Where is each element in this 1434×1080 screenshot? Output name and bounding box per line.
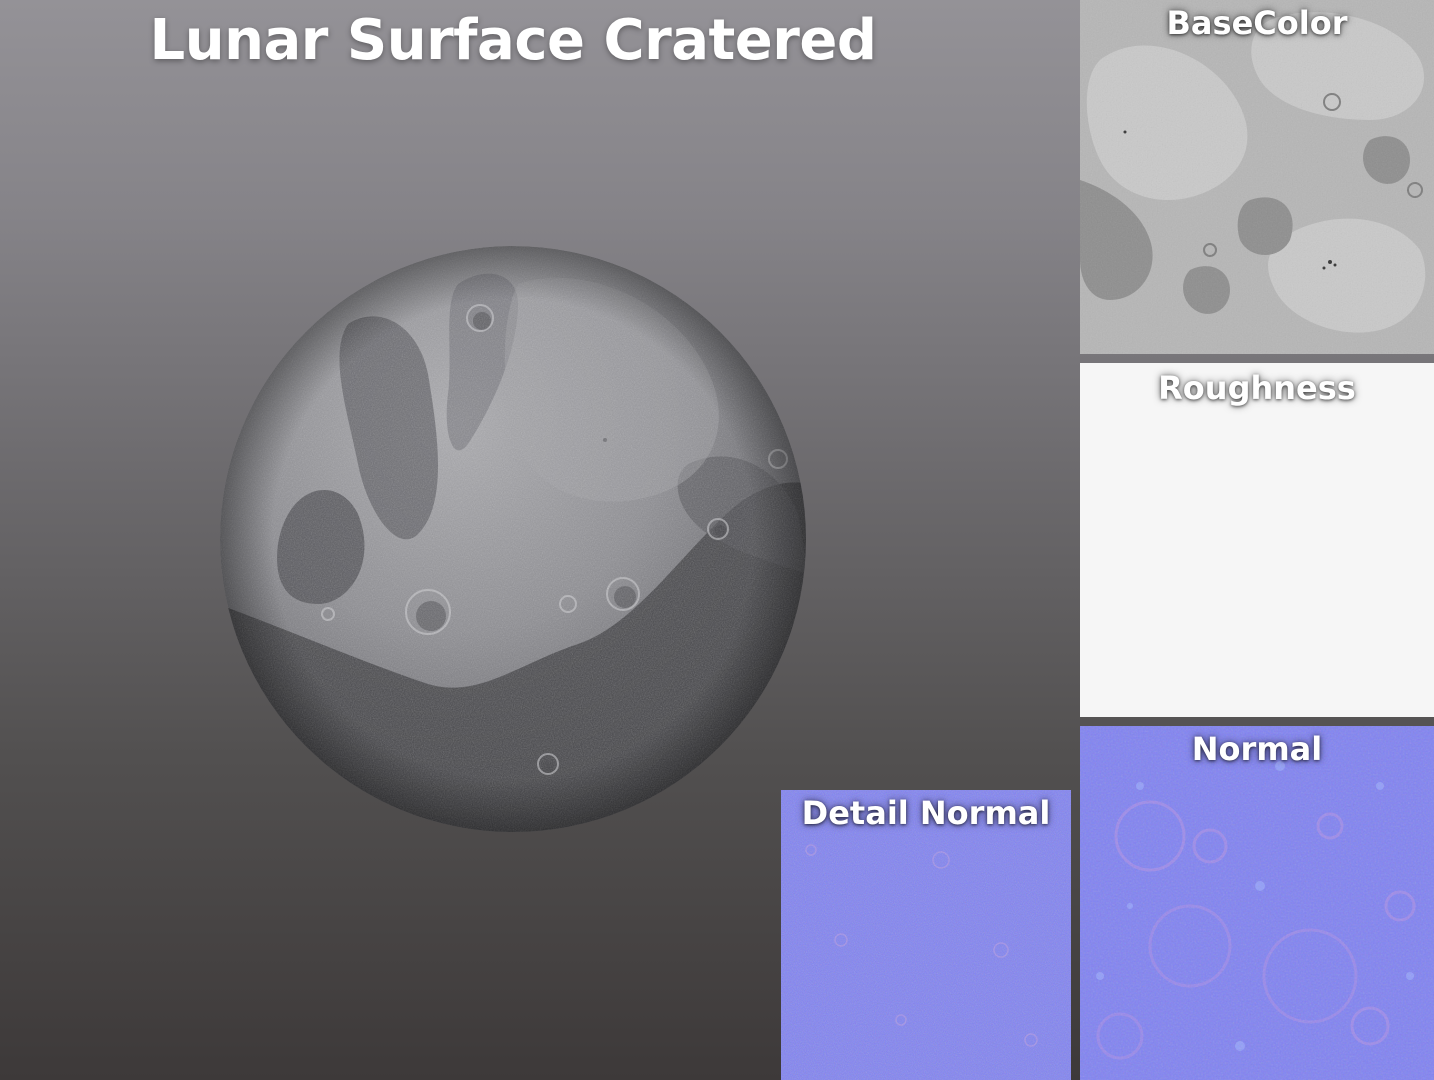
basecolor-texture: [1080, 0, 1434, 354]
material-sphere: [218, 244, 808, 834]
normal-texture: [1080, 726, 1434, 1080]
basecolor-label: BaseColor: [1166, 4, 1348, 42]
page-title: Lunar Surface Cratered: [149, 8, 877, 73]
detail-normal-label: Detail Normal: [801, 794, 1051, 832]
detail-normal-texture: [781, 790, 1071, 1080]
basecolor-map-panel: BaseColor: [1080, 0, 1434, 354]
sphere-render: [220, 246, 806, 832]
roughness-label: Roughness: [1158, 369, 1356, 407]
roughness-map-panel: Roughness: [1080, 363, 1434, 717]
normal-map-panel: Normal: [1080, 726, 1434, 1080]
material-preview: Lunar Surface Cratered BaseColor Roughne…: [0, 0, 1434, 1080]
detail-normal-map-panel: Detail Normal: [781, 790, 1071, 1080]
normal-label: Normal: [1191, 730, 1323, 768]
